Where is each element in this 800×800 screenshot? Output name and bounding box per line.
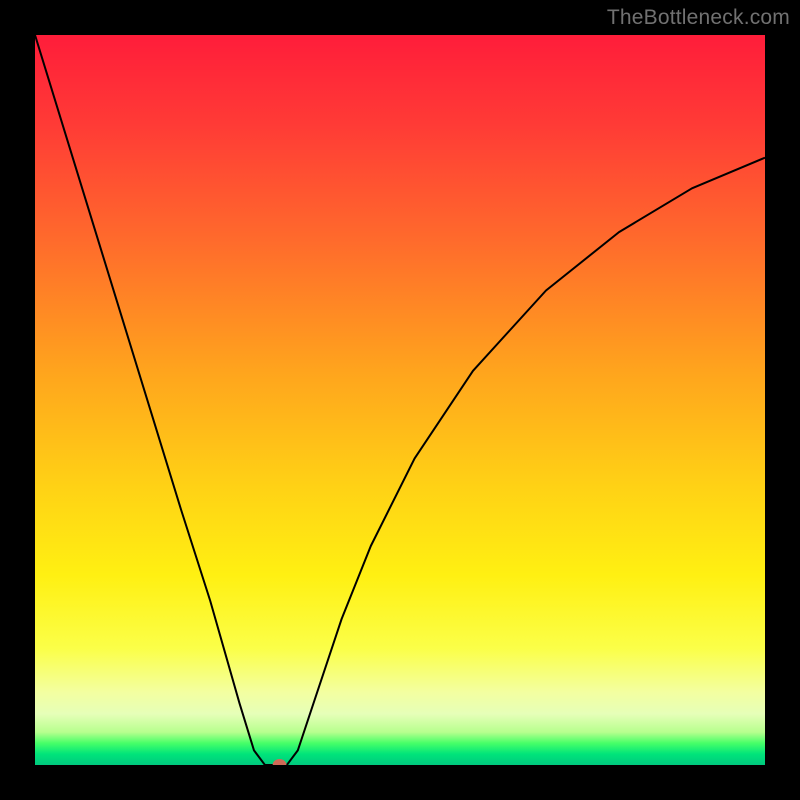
chart-container: TheBottleneck.com — [0, 0, 800, 800]
curve-path — [35, 35, 765, 765]
watermark-text: TheBottleneck.com — [607, 6, 790, 30]
plot-area — [35, 35, 765, 765]
bottleneck-curve — [35, 35, 765, 765]
marker-dot — [273, 759, 287, 765]
